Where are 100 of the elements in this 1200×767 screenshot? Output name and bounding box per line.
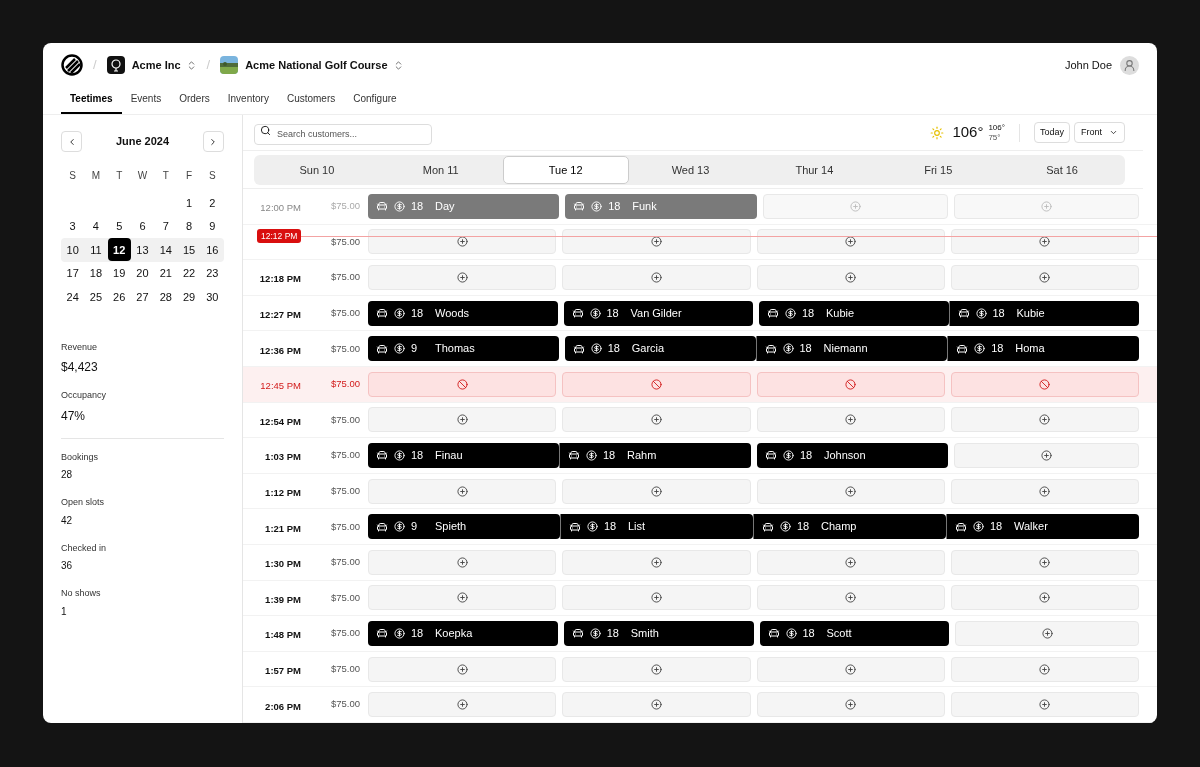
calendar-day[interactable]: 8 — [177, 214, 201, 238]
day-tab[interactable]: Wed 13 — [628, 156, 753, 184]
calendar-day[interactable]: 18 — [84, 261, 108, 285]
booking-block[interactable]: 18 Rahm — [559, 442, 751, 468]
add-slot-button[interactable] — [368, 549, 557, 575]
calendar-day[interactable]: 25 — [84, 285, 108, 309]
booking-block[interactable]: 18 Woods — [368, 300, 558, 326]
calendar-day[interactable]: 19 — [107, 261, 131, 285]
add-slot-button[interactable] — [562, 478, 751, 504]
calendar-day[interactable]: 21 — [154, 261, 178, 285]
previous-month-button[interactable] — [61, 131, 82, 152]
booking-block[interactable]: 9 Thomas — [368, 336, 559, 362]
nav-tab[interactable]: Customers — [277, 85, 345, 114]
booking-block[interactable]: 18 List — [560, 514, 753, 540]
add-slot-button[interactable] — [950, 478, 1139, 504]
calendar-day[interactable]: 27 — [131, 285, 154, 309]
course-side-select[interactable]: Front — [1074, 122, 1125, 143]
next-month-button[interactable] — [203, 131, 224, 152]
calendar-day[interactable]: 3 — [61, 214, 85, 238]
add-slot-button[interactable] — [756, 656, 945, 682]
add-slot-button[interactable] — [562, 692, 751, 718]
add-slot-button[interactable] — [368, 692, 557, 718]
booking-block[interactable]: 18 Homa — [947, 336, 1139, 362]
add-slot-button[interactable] — [756, 407, 945, 433]
nav-tab[interactable]: Events — [121, 85, 171, 114]
booking-block[interactable]: 18 Day — [368, 193, 560, 219]
day-tab[interactable]: Fri 15 — [876, 156, 1001, 184]
booking-block[interactable]: 18 Kubie — [948, 300, 1139, 326]
calendar-day[interactable]: 17 — [61, 261, 85, 285]
calendar-day[interactable]: 26 — [107, 285, 131, 309]
add-slot-button[interactable] — [562, 585, 751, 611]
add-slot-button[interactable] — [756, 265, 945, 290]
booking-block[interactable]: 18 Johnson — [757, 442, 948, 468]
add-slot-button[interactable] — [950, 692, 1139, 718]
nav-tab[interactable]: Orders — [170, 85, 219, 114]
search-field[interactable]: Search customers... — [254, 123, 432, 145]
calendar-day[interactable]: 7 — [154, 214, 178, 238]
add-slot-button[interactable] — [950, 656, 1139, 682]
add-slot-button[interactable] — [950, 585, 1139, 611]
calendar-day[interactable]: 5 — [107, 214, 131, 238]
add-slot-button[interactable] — [950, 229, 1139, 255]
booking-block[interactable]: 18 Scott — [759, 620, 950, 646]
calendar-day[interactable]: 15 — [177, 238, 201, 262]
day-tab[interactable]: Sat 16 — [1000, 156, 1124, 184]
add-slot-button[interactable] — [756, 229, 945, 255]
calendar-day[interactable]: 22 — [177, 261, 201, 285]
nav-tab[interactable]: Teetimes — [61, 85, 122, 114]
add-slot-button[interactable] — [756, 585, 945, 611]
calendar-day[interactable]: 1 — [177, 191, 201, 215]
day-tab[interactable]: Mon 11 — [378, 156, 503, 184]
booking-block[interactable]: 18 Garcia — [564, 336, 756, 362]
booking-block[interactable]: 18 Walker — [946, 514, 1139, 540]
add-slot-button[interactable] — [368, 656, 557, 682]
calendar-day[interactable]: 14 — [154, 238, 178, 262]
add-slot-button[interactable] — [756, 478, 945, 504]
calendar-day[interactable]: 16 — [200, 238, 224, 262]
calendar-day[interactable]: 6 — [131, 214, 154, 238]
booking-block[interactable]: 18 Champ — [753, 514, 946, 540]
add-slot-button[interactable] — [762, 193, 948, 219]
calendar-day[interactable]: 4 — [84, 214, 108, 238]
add-slot-button[interactable] — [368, 585, 557, 611]
day-tab[interactable]: Thur 14 — [752, 156, 877, 184]
booking-block[interactable]: 18 Van Gilder — [563, 300, 753, 326]
nav-tab[interactable]: Configure — [344, 85, 406, 114]
booking-block[interactable]: 18 Niemann — [755, 336, 948, 362]
avatar-icon[interactable] — [1120, 55, 1139, 75]
add-slot-button[interactable] — [950, 407, 1139, 433]
add-slot-button[interactable] — [368, 407, 557, 433]
calendar-day[interactable]: 20 — [131, 261, 154, 285]
org-name[interactable]: Acme Inc — [131, 56, 181, 74]
calendar-day[interactable]: 13 — [131, 238, 154, 262]
add-slot-button[interactable] — [756, 692, 945, 718]
user-name[interactable]: John Doe — [1064, 56, 1112, 74]
calendar-day[interactable]: 11 — [84, 238, 108, 262]
add-slot-button[interactable] — [562, 407, 751, 433]
add-slot-button[interactable] — [756, 549, 945, 575]
add-slot-button[interactable] — [955, 620, 1139, 646]
add-slot-button[interactable] — [950, 265, 1139, 290]
add-slot-button[interactable] — [562, 549, 751, 575]
booking-block[interactable]: 18 Kubie — [759, 300, 949, 326]
day-tab[interactable]: Tue 12 — [502, 156, 629, 184]
calendar-day[interactable]: 10 — [61, 238, 85, 262]
booking-block[interactable]: 18 Funk — [565, 193, 757, 219]
calendar-day[interactable]: 29 — [177, 285, 201, 309]
booking-block[interactable]: 18 Smith — [563, 620, 754, 646]
booking-block[interactable]: 9 Spieth — [368, 514, 560, 540]
calendar-day[interactable]: 30 — [200, 285, 224, 309]
add-slot-button[interactable] — [953, 193, 1139, 219]
add-slot-button[interactable] — [562, 265, 751, 290]
day-tab[interactable]: Sun 10 — [255, 156, 379, 184]
booking-block[interactable]: 18 Koepka — [368, 620, 558, 646]
calendar-day[interactable]: 2 — [200, 191, 224, 215]
add-slot-button[interactable] — [368, 265, 557, 290]
add-slot-button[interactable] — [562, 229, 751, 255]
calendar-day[interactable]: 9 — [200, 214, 224, 238]
add-slot-button[interactable] — [954, 442, 1139, 468]
course-name[interactable]: Acme National Golf Course — [245, 56, 388, 74]
calendar-day[interactable]: 12 — [107, 238, 131, 262]
add-slot-button[interactable] — [368, 229, 557, 255]
add-slot-button[interactable] — [368, 478, 557, 504]
